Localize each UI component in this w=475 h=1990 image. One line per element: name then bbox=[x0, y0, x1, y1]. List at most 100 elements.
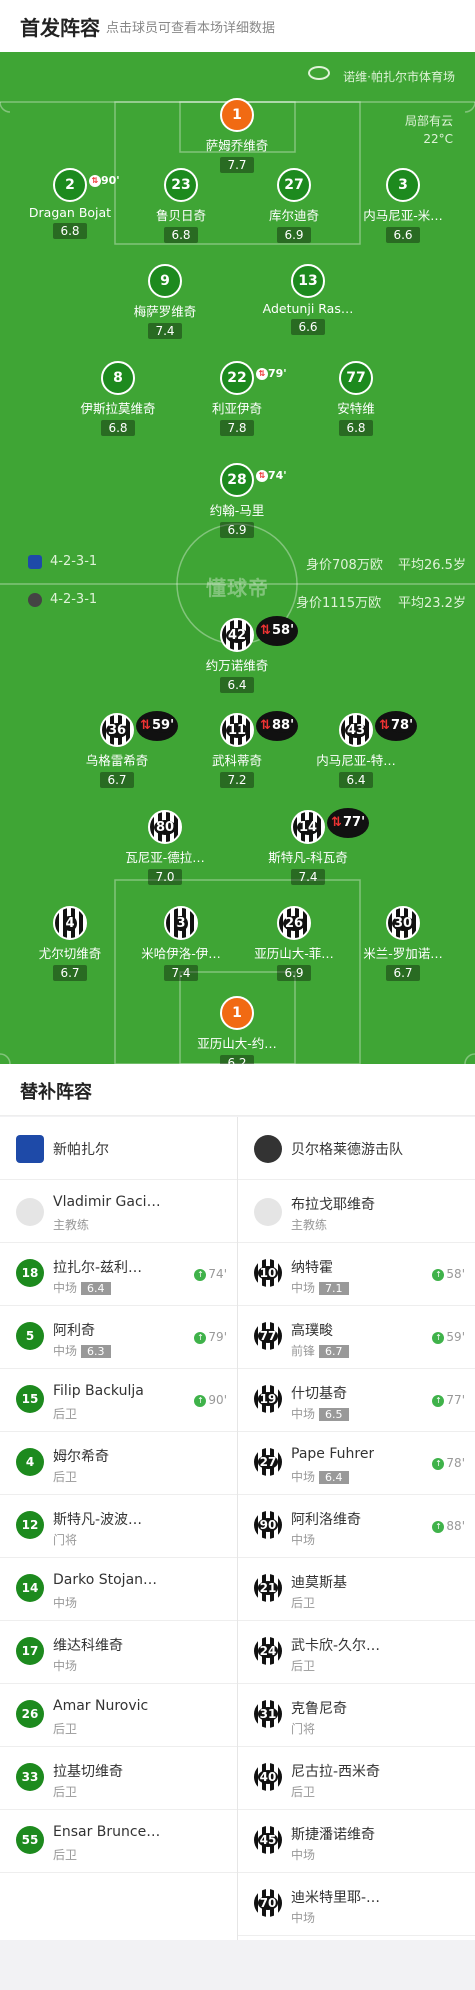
away-sub-row[interactable]: 24 武卡欣-久尔… 后卫 bbox=[238, 1621, 475, 1684]
sub-number: 40 bbox=[254, 1763, 282, 1791]
substitution-badge: ⇅59' bbox=[136, 711, 179, 741]
home-player[interactable]: 22 ⇅ 79' 利亚伊奇 7.8 bbox=[177, 361, 297, 436]
home-player[interactable]: 23 鲁贝日奇 6.8 bbox=[121, 168, 241, 243]
away-sub-row[interactable]: 10 纳特霍 中场 7.1 ↑ 58' bbox=[238, 1243, 475, 1306]
home-sub-row[interactable]: 5 阿利奇 中场 6.3 ↑ 79' bbox=[0, 1306, 237, 1369]
player-name: 斯特凡-科瓦奇 bbox=[268, 850, 348, 865]
jersey-number-text: 43 bbox=[344, 723, 368, 738]
sub-number-text: 17 bbox=[21, 1644, 39, 1658]
substitution-icon: ⇅ bbox=[138, 717, 151, 733]
player-name: 利亚伊奇 bbox=[211, 401, 262, 416]
jersey-number: 2 ⇅ 90' bbox=[53, 168, 120, 202]
away-player[interactable]: 80 瓦尼亚-德拉… 7.0 bbox=[105, 810, 225, 885]
sub-rating: 6.7 bbox=[319, 1345, 349, 1358]
away-player[interactable]: 42 ⇅58' 约万诺维奇 6.4 bbox=[177, 616, 299, 693]
away-player[interactable]: 30 米兰-罗加诺… 6.7 bbox=[343, 906, 463, 981]
away-player[interactable]: 26 亚历山大-菲… 6.9 bbox=[234, 906, 354, 981]
weather: 局部有云 22°C bbox=[405, 112, 453, 148]
jersey-number: 27 bbox=[277, 168, 311, 202]
sub-name: 武卡欣-久尔… bbox=[291, 1638, 381, 1654]
home-sub-row[interactable]: 33 拉基切维奇 后卫 bbox=[0, 1747, 237, 1810]
away-sub-row[interactable]: 45 斯捷潘诺维奇 中场 bbox=[238, 1810, 475, 1873]
home-sub-row[interactable]: 12 斯特凡-波波… 门将 bbox=[0, 1495, 237, 1558]
jersey-number: 3 bbox=[164, 906, 198, 940]
sub-position: 中场 6.4 bbox=[291, 1468, 349, 1485]
home-sub-row[interactable]: 55 Ensar Brunce… 后卫 bbox=[0, 1810, 237, 1873]
player-name: 约万诺维奇 bbox=[205, 658, 269, 673]
sub-number-text: 31 bbox=[257, 1707, 279, 1721]
away-sub-row[interactable]: 21 迪莫斯基 后卫 bbox=[238, 1558, 475, 1621]
sub-number: 45 bbox=[254, 1826, 282, 1854]
home-player[interactable]: 27 库尔迪奇 6.9 bbox=[234, 168, 354, 243]
away-sub-row[interactable]: 40 尼古拉-西米奇 后卫 bbox=[238, 1747, 475, 1810]
substitution-minute: 79' bbox=[268, 367, 287, 380]
away-player[interactable]: 4 尤尔切维奇 6.7 bbox=[10, 906, 130, 981]
player-rating: 7.4 bbox=[148, 323, 182, 339]
away-sub-row[interactable]: 31 克鲁尼奇 门将 bbox=[238, 1684, 475, 1747]
home-team-row[interactable]: 新帕扎尔 bbox=[0, 1117, 237, 1180]
away-player[interactable]: 36 ⇅59' 乌格雷希奇 6.7 bbox=[57, 711, 179, 788]
sub-name: 阿利洛维奇 bbox=[291, 1512, 361, 1528]
jersey-number: 1 bbox=[220, 996, 254, 1030]
away-sub-row[interactable]: 19 什切基奇 中场 6.5 ↑ 77' bbox=[238, 1369, 475, 1432]
jersey-number: 14 ⇅77' bbox=[291, 808, 370, 844]
sub-in-icon: ↑ bbox=[432, 1394, 445, 1407]
home-player[interactable]: 3 内马尼亚-米… 6.6 bbox=[343, 168, 463, 243]
home-sub-row[interactable]: 4 姆尔希奇 后卫 bbox=[0, 1432, 237, 1495]
home-sub-row[interactable]: 14 Darko Stojan… 中场 bbox=[0, 1558, 237, 1621]
sub-rating: 6.5 bbox=[319, 1408, 349, 1421]
home-sub-row[interactable]: 15 Filip Backulja 后卫 ↑ 90' bbox=[0, 1369, 237, 1432]
away-sub-row[interactable]: 77 高璞畯 前锋 6.7 ↑ 59' bbox=[238, 1306, 475, 1369]
away-player[interactable]: 43 ⇅78' 内马尼亚-特… 6.4 bbox=[296, 711, 418, 788]
away-player[interactable]: 3 米哈伊洛-伊… 7.4 bbox=[121, 906, 241, 981]
sub-in-event: ↑ 58' bbox=[432, 1267, 465, 1281]
away-sub-row[interactable]: 90 阿利洛维奇 中场 ↑ 88' bbox=[238, 1495, 475, 1558]
home-coach-row[interactable]: Vladimir Gacinovic 主教练 bbox=[0, 1180, 237, 1243]
home-player[interactable]: 77 安特维 6.8 bbox=[296, 361, 416, 436]
home-player[interactable]: 8 伊斯拉莫维奇 6.8 bbox=[58, 361, 178, 436]
home-player[interactable]: 9 梅萨罗维奇 7.4 bbox=[105, 264, 225, 339]
sub-name: 什切基奇 bbox=[291, 1386, 347, 1402]
away-sub-row[interactable]: 70 迪米特里耶-… 中场 bbox=[238, 1873, 475, 1936]
sub-in-icon: ↑ bbox=[432, 1268, 445, 1281]
home-player[interactable]: 2 ⇅ 90' Dragan Bojat 6.8 bbox=[10, 168, 130, 239]
jersey-number: 13 bbox=[291, 264, 325, 298]
player-name: 武科蒂奇 bbox=[211, 753, 262, 768]
player-name: 亚历山大-菲… bbox=[254, 946, 334, 961]
sub-position-text: 后卫 bbox=[291, 1659, 316, 1673]
sub-in-event: ↑ 59' bbox=[432, 1330, 465, 1344]
sub-in-icon: ↑ bbox=[432, 1457, 445, 1470]
home-player[interactable]: 1 萨姆乔维奇 7.7 bbox=[177, 98, 297, 173]
away-player[interactable]: 11 ⇅88' 武科蒂奇 7.2 bbox=[177, 711, 299, 788]
substitution-badge: ⇅ 74' bbox=[256, 461, 287, 491]
away-formation: 4-2-3-1 bbox=[50, 592, 98, 607]
player-rating: 6.7 bbox=[53, 965, 87, 981]
home-sub-row[interactable]: 26 Amar Nurovic 后卫 bbox=[0, 1684, 237, 1747]
away-player[interactable]: 14 ⇅77' 斯特凡-科瓦奇 7.4 bbox=[248, 808, 370, 885]
home-sub-row[interactable]: 17 维达科维奇 中场 bbox=[0, 1621, 237, 1684]
away-coach-row[interactable]: 布拉戈耶维奇 主教练 bbox=[238, 1180, 475, 1243]
home-sub-row[interactable]: 18 拉扎尔-兹利… 中场 6.4 ↑ 74' bbox=[0, 1243, 237, 1306]
sub-number: 17 bbox=[16, 1637, 44, 1665]
away-team-row[interactable]: 贝尔格莱德游击队 bbox=[238, 1117, 475, 1180]
sub-position: 中场 7.1 bbox=[291, 1279, 349, 1296]
player-name: 梅萨罗维奇 bbox=[133, 304, 197, 319]
sub-number: 70 bbox=[254, 1889, 282, 1917]
player-rating: 6.8 bbox=[164, 227, 198, 243]
sub-number: 24 bbox=[254, 1637, 282, 1665]
away-sub-row[interactable]: 27 Pape Fuhrer 中场 6.4 ↑ 78' bbox=[238, 1432, 475, 1495]
jersey-number: 4 bbox=[53, 906, 87, 940]
substitution-badge: ⇅88' bbox=[256, 711, 299, 741]
away-player[interactable]: 1 亚历山大-约… 6.2 bbox=[177, 996, 297, 1064]
sub-name: 拉基切维奇 bbox=[53, 1764, 123, 1780]
sub-number: 14 bbox=[16, 1574, 44, 1602]
jersey-number-text: 3 bbox=[398, 177, 408, 193]
sub-name: Ensar Brunce… bbox=[53, 1824, 161, 1840]
player-name: 米兰-罗加诺… bbox=[363, 946, 443, 961]
pitch: 诺维·帕扎尔市体育场 局部有云 22°C 懂球帝 4-2-3-1 身价708万欧… bbox=[0, 52, 475, 1064]
sub-position-text: 后卫 bbox=[53, 1848, 78, 1862]
home-player[interactable]: 28 ⇅ 74' 约翰-马里 6.9 bbox=[177, 463, 297, 538]
substitution-badge: ⇅ 90' bbox=[89, 166, 120, 196]
home-player[interactable]: 13 Adetunji Ras… 6.6 bbox=[248, 264, 368, 335]
sub-name: 拉扎尔-兹利… bbox=[53, 1260, 143, 1276]
